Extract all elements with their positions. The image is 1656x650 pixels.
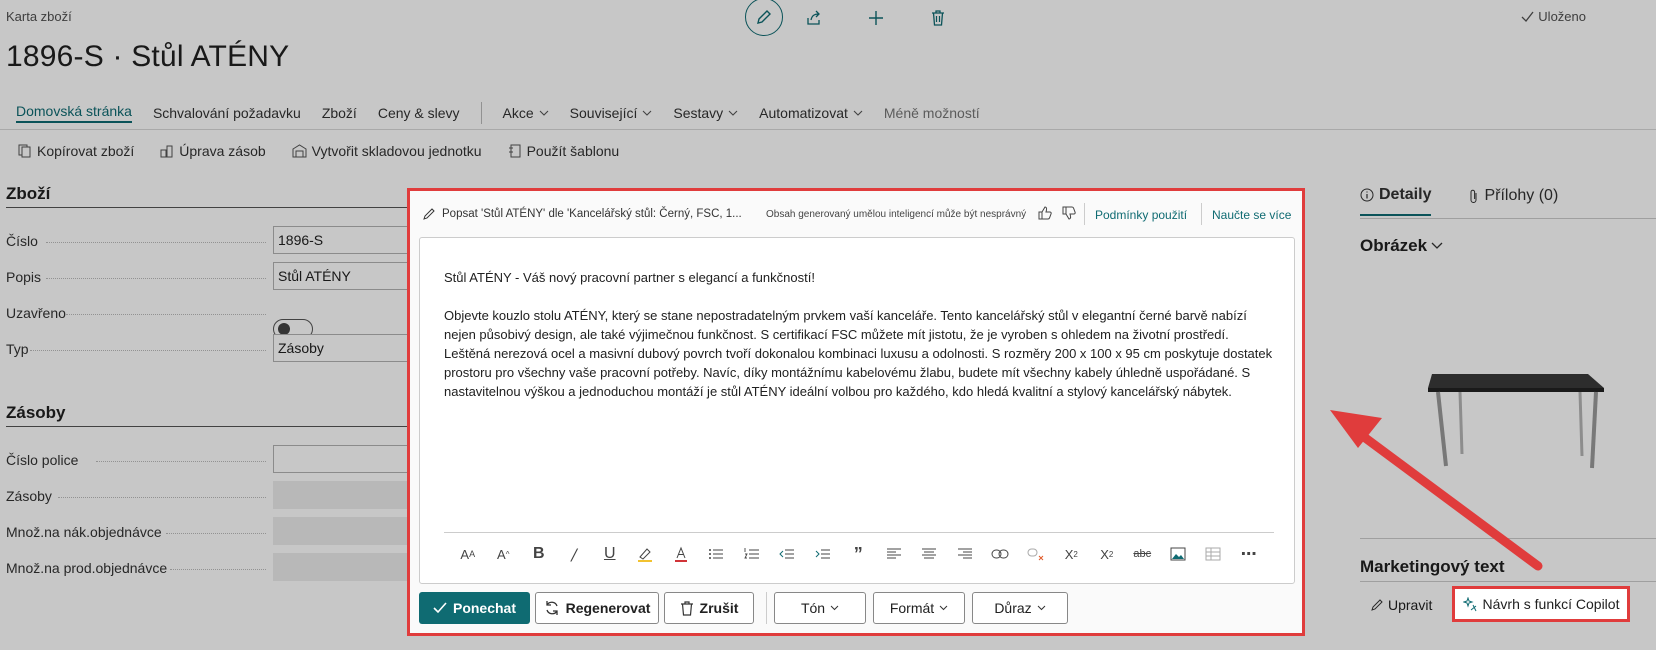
subscript-icon[interactable]: X2 xyxy=(1089,543,1125,565)
feedback-buttons xyxy=(1038,206,1076,220)
keep-label: Ponechat xyxy=(452,600,516,616)
align-center-icon[interactable] xyxy=(912,543,948,565)
more-options-icon[interactable]: ⋯ xyxy=(1231,543,1267,565)
header-divider xyxy=(1201,203,1202,225)
thumbs-down-icon[interactable] xyxy=(1062,206,1076,220)
font-size-icon[interactable]: A ^ xyxy=(486,543,522,565)
discard-label: Zrušit xyxy=(699,600,739,616)
chevron-down-icon xyxy=(830,605,839,611)
highlight-icon[interactable] xyxy=(628,543,664,565)
actions-divider xyxy=(766,592,767,624)
terms-of-use-link[interactable]: Podmínky použití xyxy=(1095,208,1187,222)
align-left-icon[interactable] xyxy=(876,543,912,565)
copilot-draft-button[interactable]: Návrh s funkcí Copilot xyxy=(1452,586,1630,622)
format-dropdown[interactable]: Formát xyxy=(873,592,965,624)
tone-dropdown[interactable]: Tón xyxy=(774,592,866,624)
tone-label: Tón xyxy=(800,600,826,616)
chevron-down-icon xyxy=(1037,605,1046,611)
strikethrough-icon[interactable]: abc xyxy=(1125,543,1161,565)
generated-heading: Stůl ATÉNY - Váš nový pracovní partner s… xyxy=(444,270,815,285)
item-card-page: Karta zboží Uloženo 1896-S · Stůl ATÉNY … xyxy=(0,0,1656,650)
quote-icon[interactable]: ” xyxy=(841,543,877,565)
keep-button[interactable]: Ponechat xyxy=(419,592,530,624)
bullet-list-icon[interactable] xyxy=(699,543,735,565)
emphasis-dropdown[interactable]: Důraz xyxy=(972,592,1068,624)
italic-icon[interactable]: / xyxy=(557,543,593,565)
table-icon[interactable] xyxy=(1196,543,1232,565)
refresh-icon xyxy=(545,601,558,615)
copilot-actions: Ponechat Regenerovat Zrušit Tón Formát D… xyxy=(419,592,1068,624)
ai-disclaimer: Obsah generovaný umělou inteligencí může… xyxy=(766,209,1027,220)
bold-icon[interactable]: B xyxy=(521,543,557,565)
align-right-icon[interactable] xyxy=(947,543,983,565)
copilot-dialog: Popsat 'Stůl ATÉNY' dle 'Kancelářský stů… xyxy=(407,188,1305,636)
generated-text[interactable]: Stůl ATÉNY - Váš nový pracovní partner s… xyxy=(444,268,1274,420)
font-icon[interactable]: AA xyxy=(450,543,486,565)
format-toolbar: AA A ^ B / U ” X2 X2 abc ⋯ xyxy=(450,543,1267,565)
pencil-icon xyxy=(423,208,435,220)
indent-icon[interactable] xyxy=(805,543,841,565)
numbered-list-icon[interactable] xyxy=(734,543,770,565)
copilot-prompt-text: Popsat 'Stůl ATÉNY' dle 'Kancelářský stů… xyxy=(442,208,742,220)
unlink-icon[interactable] xyxy=(1018,543,1054,565)
generated-body: Objevte kouzlo stolu ATÉNY, který se sta… xyxy=(444,308,1273,399)
learn-more-link[interactable]: Naučte se více xyxy=(1212,208,1291,222)
link-icon[interactable] xyxy=(983,543,1019,565)
copilot-draft-label: Návrh s funkcí Copilot xyxy=(1482,596,1620,612)
header-divider xyxy=(1084,203,1085,225)
superscript-icon[interactable]: X2 xyxy=(1054,543,1090,565)
format-toolbar-divider xyxy=(444,532,1274,533)
font-color-icon[interactable] xyxy=(663,543,699,565)
regenerate-button[interactable]: Regenerovat xyxy=(535,592,659,624)
rich-text-editor[interactable]: Stůl ATÉNY - Váš nový pracovní partner s… xyxy=(419,237,1295,584)
check-icon xyxy=(433,602,447,614)
underline-icon[interactable]: U xyxy=(592,543,628,565)
chevron-down-icon xyxy=(939,605,948,611)
image-icon[interactable] xyxy=(1160,543,1196,565)
regenerate-label: Regenerovat xyxy=(565,600,651,616)
trash-icon xyxy=(680,600,693,616)
copilot-prompt: Popsat 'Stůl ATÉNY' dle 'Kancelářský stů… xyxy=(422,207,742,221)
discard-button[interactable]: Zrušit xyxy=(664,592,754,624)
emphasis-label: Důraz xyxy=(994,600,1032,616)
thumbs-up-icon[interactable] xyxy=(1038,206,1052,220)
outdent-icon[interactable] xyxy=(770,543,806,565)
format-label: Formát xyxy=(889,600,935,616)
copilot-sparkle-icon xyxy=(1462,596,1476,611)
